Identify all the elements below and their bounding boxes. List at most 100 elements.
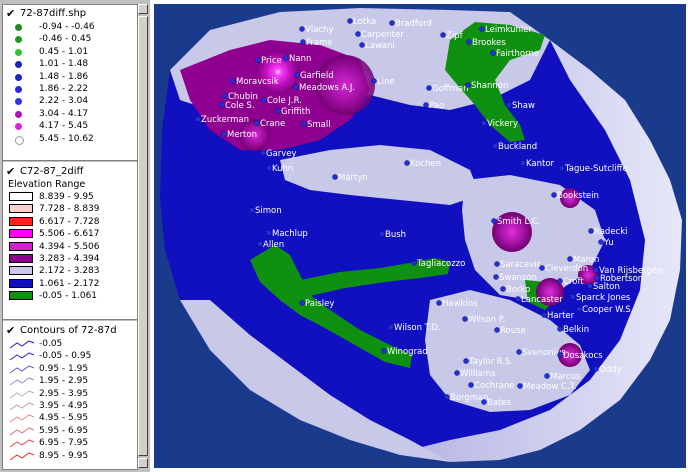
author-point-marker[interactable] (411, 260, 417, 266)
author-point-marker[interactable] (426, 85, 432, 91)
author-point-marker[interactable] (219, 102, 225, 108)
author-point-marker[interactable] (463, 358, 469, 364)
author-point-marker[interactable] (517, 383, 523, 389)
author-point-marker[interactable] (493, 274, 499, 280)
author-point-marker[interactable] (466, 39, 472, 45)
legend-row-label: 4.17 - 5.45 (39, 121, 89, 132)
author-point-marker[interactable] (347, 18, 353, 24)
author-point-marker[interactable] (454, 370, 460, 376)
author-point-marker[interactable] (557, 278, 563, 284)
legend-row: 2.172 - 3.283 (3, 265, 137, 277)
legend-row-label: -0.05 - 1.061 (39, 291, 98, 302)
author-point-marker[interactable] (404, 160, 410, 166)
legend-row-label: 1.86 - 2.22 (39, 83, 89, 94)
author-point-marker[interactable] (222, 93, 228, 99)
author-point-marker[interactable] (541, 312, 547, 318)
author-point-marker[interactable] (440, 32, 446, 38)
author-point-marker[interactable] (539, 265, 545, 271)
author-point-marker[interactable] (588, 228, 594, 234)
author-point-marker[interactable] (593, 267, 599, 273)
author-point-marker[interactable] (379, 231, 385, 237)
author-point-marker[interactable] (355, 31, 361, 37)
author-point-marker[interactable] (371, 78, 377, 84)
author-point-marker[interactable] (544, 373, 550, 379)
legend-row: 7.728 - 8.839 (3, 203, 137, 215)
legend-row: -0.94 - -0.46 (3, 21, 137, 33)
author-point-marker[interactable] (444, 394, 450, 400)
author-point-marker[interactable] (299, 26, 305, 32)
author-point-marker[interactable] (576, 306, 582, 312)
author-point-marker[interactable] (423, 102, 429, 108)
author-point-marker[interactable] (492, 143, 498, 149)
author-point-marker[interactable] (598, 239, 604, 245)
map-view[interactable]: Vlachy Lotka Carpenter Lawani Bradford Zipf Le… (150, 0, 688, 472)
author-point-marker[interactable] (381, 348, 387, 354)
author-point-marker[interactable] (275, 108, 281, 114)
author-point-marker[interactable] (593, 366, 599, 372)
author-point-marker[interactable] (481, 399, 487, 405)
author-point-marker[interactable] (332, 174, 338, 180)
author-point-marker[interactable] (300, 39, 306, 45)
author-point-marker[interactable] (500, 286, 506, 292)
author-point-marker[interactable] (301, 121, 307, 127)
author-label: Tagliacozzo (416, 259, 465, 269)
layer-visibility-checkbox[interactable]: ✔ (6, 166, 17, 177)
layer-title[interactable]: 72-87diff.shp (20, 7, 86, 21)
map-canvas[interactable]: Vlachy Lotka CarpenterLawani Bradford Zipf Le… (150, 0, 688, 472)
author-point-marker[interactable] (294, 72, 300, 78)
author-point-marker[interactable] (260, 150, 266, 156)
author-point-marker[interactable] (266, 165, 272, 171)
author-point-marker[interactable] (557, 326, 563, 332)
legend-contour-line-icon (9, 352, 35, 361)
legend-row: 8.839 - 9.95 (3, 191, 137, 203)
author-point-marker[interactable] (465, 82, 471, 88)
author-point-marker[interactable] (462, 316, 468, 322)
author-point-marker[interactable] (261, 97, 267, 103)
author-point-marker[interactable] (359, 42, 365, 48)
author-point-marker[interactable] (481, 120, 487, 126)
author-point-marker[interactable] (299, 300, 305, 306)
author-point-marker[interactable] (221, 131, 227, 137)
author-point-marker[interactable] (254, 120, 260, 126)
author-point-marker[interactable] (494, 327, 500, 333)
legend-contour-line-icon (9, 439, 35, 448)
author-point-marker[interactable] (587, 283, 593, 289)
author-point-marker[interactable] (494, 261, 500, 267)
scroll-down-arrow-icon[interactable] (138, 458, 148, 468)
author-point-marker[interactable] (567, 256, 573, 262)
author-point-marker[interactable] (257, 241, 263, 247)
author-point-marker[interactable] (490, 50, 496, 56)
author-point-marker[interactable] (479, 26, 485, 32)
author-point-marker[interactable] (249, 207, 255, 213)
author-point-marker[interactable] (559, 165, 565, 171)
author-label: Bradford (395, 19, 432, 29)
author-point-marker[interactable] (283, 55, 289, 61)
author-point-marker[interactable] (557, 352, 563, 358)
layer-visibility-checkbox[interactable]: ✔ (6, 325, 17, 336)
author-point-marker[interactable] (515, 296, 521, 302)
author-point-marker[interactable] (255, 57, 261, 63)
author-label: Martyn (338, 173, 368, 183)
layer-visibility-checkbox[interactable]: ✔ (6, 8, 17, 19)
scroll-up-arrow-icon[interactable] (138, 4, 148, 14)
author-point-marker[interactable] (516, 349, 522, 355)
author-point-marker[interactable] (230, 78, 236, 84)
author-point-marker[interactable] (293, 84, 299, 90)
author-point-marker[interactable] (266, 230, 272, 236)
author-point-marker[interactable] (506, 102, 512, 108)
author-point-marker[interactable] (195, 116, 201, 122)
author-point-marker[interactable] (551, 192, 557, 198)
author-point-marker[interactable] (491, 218, 497, 224)
scroll-thumb[interactable] (138, 16, 148, 456)
author-point-marker[interactable] (468, 382, 474, 388)
legend-row-label: 5.95 - 6.95 (39, 425, 89, 436)
author-point-marker[interactable] (520, 160, 526, 166)
layer-title[interactable]: Contours of 72-87d (20, 324, 117, 338)
author-point-marker[interactable] (436, 300, 442, 306)
author-point-marker[interactable] (388, 324, 394, 330)
author-point-marker[interactable] (570, 294, 576, 300)
layer-title[interactable]: C72-87_2diff (20, 165, 83, 179)
legend-scrollbar[interactable] (137, 4, 148, 468)
author-point-marker[interactable] (389, 20, 395, 26)
author-point-marker[interactable] (594, 275, 600, 281)
